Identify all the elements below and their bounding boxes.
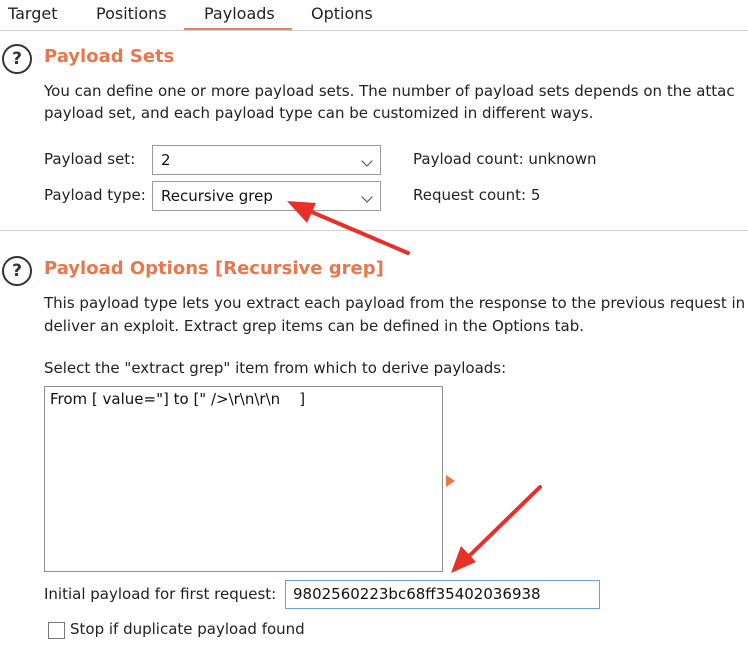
annotation-arrow-2	[451, 485, 542, 573]
annotation-arrow-1	[287, 201, 410, 255]
annotation-arrows	[287, 201, 542, 573]
